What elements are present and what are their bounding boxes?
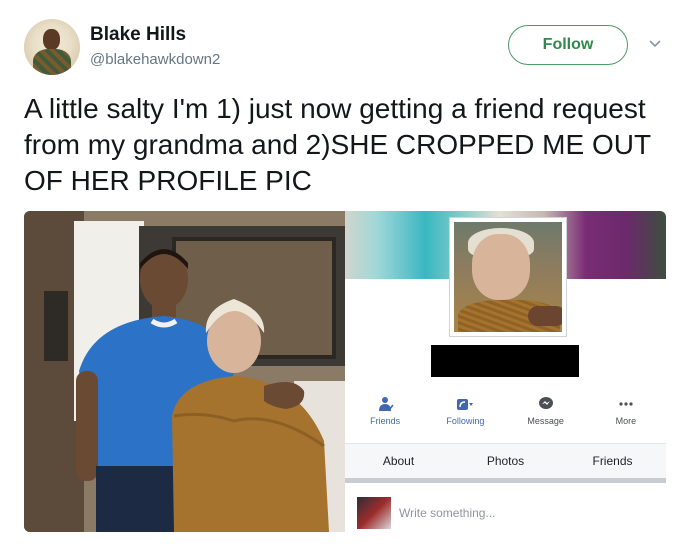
facebook-action-row: Friends Following Message More [345, 396, 666, 436]
tab-photos[interactable]: Photos [452, 444, 559, 478]
profile-face [472, 234, 530, 300]
facebook-profile-screenshot[interactable]: Friends Following Message More About Pho… [345, 211, 666, 532]
composer-placeholder[interactable]: Write something... [399, 506, 495, 520]
more-action[interactable]: More [586, 396, 666, 436]
message-action-label: Message [527, 416, 564, 426]
following-action[interactable]: Following [425, 396, 505, 436]
message-action[interactable]: Message [506, 396, 586, 436]
avatar-shirt [33, 49, 71, 75]
rss-follow-icon [457, 399, 474, 410]
facebook-composer[interactable]: Write something... [345, 493, 666, 532]
avatar-face [43, 29, 60, 50]
following-action-label: Following [446, 416, 485, 426]
follow-button[interactable]: Follow [508, 25, 628, 65]
composer-avatar [357, 496, 391, 529]
messenger-icon [538, 397, 553, 409]
author-avatar[interactable] [24, 19, 80, 75]
chevron-down-icon[interactable] [648, 38, 662, 50]
profile-arm [528, 306, 562, 326]
author-name[interactable]: Blake Hills [90, 24, 186, 46]
facebook-profile-tabs: About Photos Friends [345, 443, 666, 483]
redacted-name-bar [431, 345, 579, 377]
friends-action-label: Friends [370, 416, 401, 426]
more-action-label: More [615, 416, 637, 426]
friends-action[interactable]: Friends [345, 396, 425, 436]
more-dots-icon [619, 402, 633, 406]
author-handle[interactable]: @blakehawkdown2 [90, 51, 220, 68]
tweet-photo-left[interactable] [24, 211, 347, 532]
add-friend-icon [379, 397, 394, 412]
facebook-profile-picture [449, 217, 567, 337]
tab-friends[interactable]: Friends [559, 444, 666, 478]
cropped-profile-photo [454, 222, 562, 332]
tweet-text: A little salty I'm 1) just now getting a… [24, 93, 651, 196]
photo-illustration [24, 211, 347, 532]
tab-about[interactable]: About [345, 444, 452, 478]
